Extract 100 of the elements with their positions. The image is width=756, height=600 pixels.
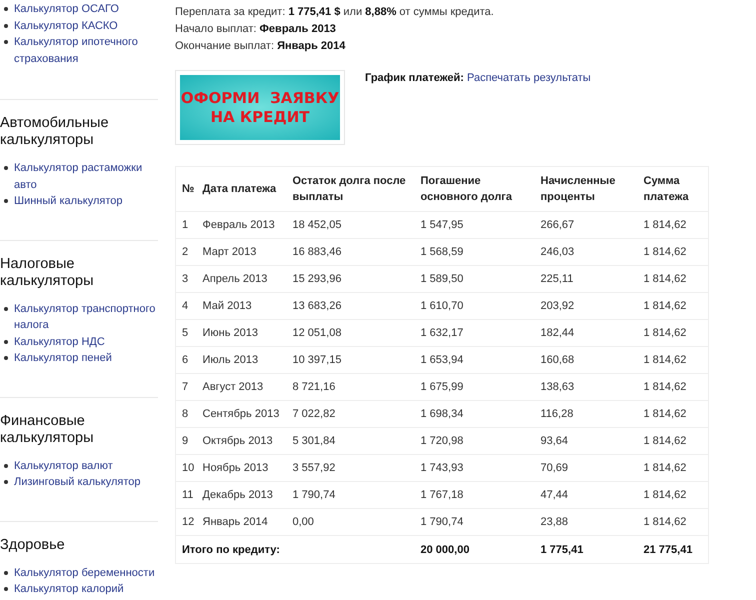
table-cell: 1 720,98: [414, 428, 534, 454]
print-link[interactable]: Распечатать результаты: [466, 72, 591, 84]
table-cell: 1 568,59: [414, 238, 534, 266]
column-header: Сумма платежа: [638, 166, 708, 212]
sidebar-link[interactable]: Калькулятор пеней: [14, 350, 158, 366]
table-cell: 1: [176, 212, 196, 238]
table-cell: 6: [176, 346, 196, 374]
total-cell: 20 000,00: [414, 536, 534, 564]
bullet-icon: [4, 166, 8, 170]
bullet-icon: [4, 306, 8, 310]
summary-line: Окончание выплат: Январь 2014: [175, 39, 346, 54]
table-cell: 1 767,18: [414, 482, 534, 508]
table-cell: Апрель 2013: [196, 266, 286, 292]
table-cell: 9: [176, 428, 196, 454]
summary-line: Переплата за кредит: 1 775,41 $ или 8,88% от суммы кредита.: [175, 5, 495, 20]
table-cell: 4: [176, 292, 196, 320]
bullet-icon: [4, 40, 8, 44]
table-cell: 7 022,82: [286, 400, 414, 428]
sidebar-link[interactable]: Калькулятор валют: [14, 458, 158, 474]
table-cell: 203,92: [534, 292, 638, 320]
table-cell: Февраль 2013: [196, 212, 286, 238]
section-heading: Налоговые калькуляторы: [0, 256, 95, 290]
table-cell: 12 051,08: [286, 320, 414, 346]
bullet-icon: [4, 587, 8, 591]
bullet-icon: [4, 356, 8, 360]
table-cell: 1 743,93: [414, 454, 534, 482]
table-cell: 116,28: [534, 400, 638, 428]
bullet-icon: [4, 7, 8, 11]
table-cell: 1 547,95: [414, 212, 534, 238]
table-cell: 1 814,62: [638, 212, 708, 238]
bullet-icon: [4, 480, 8, 484]
table-cell: 13 683,26: [286, 292, 414, 320]
table-cell: 1 610,70: [414, 292, 534, 320]
table-cell: 1 814,62: [638, 482, 708, 508]
table-cell: Август 2013: [196, 374, 286, 400]
sidebar-link[interactable]: Калькулятор КАСКО: [14, 18, 158, 34]
sidebar-link[interactable]: Калькулятор НДС: [14, 334, 158, 350]
column-header: Начисленные проценты: [534, 166, 638, 212]
bullet-icon: [4, 464, 8, 468]
table-cell: 3 557,92: [286, 454, 414, 482]
schedule-label: График платежей:: [365, 72, 464, 84]
table-cell: 12: [176, 508, 196, 536]
table-cell: 23,88: [534, 508, 638, 536]
table-cell: 246,03: [534, 238, 638, 266]
total-label: Итого по кредиту:: [176, 536, 414, 564]
table-cell: 266,67: [534, 212, 638, 238]
table-cell: 1 698,34: [414, 400, 534, 428]
summary-line: Начало выплат: Февраль 2013: [175, 22, 337, 37]
table-cell: 15 293,96: [286, 266, 414, 292]
table-cell: Июль 2013: [196, 346, 286, 374]
table-cell: Октябрь 2013: [196, 428, 286, 454]
table-cell: 8 721,16: [286, 374, 414, 400]
table-cell: 1 814,62: [638, 346, 708, 374]
column-header: Дата платежа: [196, 166, 286, 212]
total-cell: 21 775,41: [638, 536, 708, 564]
section-heading: Здоровье: [0, 536, 66, 554]
table-cell: 16 883,46: [286, 238, 414, 266]
table-cell: Сентябрь 2013: [196, 400, 286, 428]
section-heading: Автомобильные калькуляторы: [0, 115, 110, 149]
bullet-icon: [4, 199, 8, 203]
sidebar-link[interactable]: Калькулятор ипотечного страхования: [14, 34, 158, 67]
sidebar-link[interactable]: Калькулятор калорий: [14, 581, 158, 598]
table-cell: 1 814,62: [638, 428, 708, 454]
table-cell: 47,44: [534, 482, 638, 508]
table-cell: 1 632,17: [414, 320, 534, 346]
table-cell: 138,63: [534, 374, 638, 400]
sidebar-link[interactable]: Лизинговый калькулятор: [14, 474, 158, 490]
sidebar-link[interactable]: Калькулятор беременности: [14, 564, 158, 581]
table-cell: Декабрь 2013: [196, 482, 286, 508]
column-header: Остаток долга после выплаты: [286, 166, 414, 212]
table-cell: 1 814,62: [638, 238, 708, 266]
section-heading: Финансовые калькуляторы: [0, 412, 95, 446]
sidebar-link[interactable]: Калькулятор ОСАГО: [14, 1, 158, 18]
column-header: Погашение основного долга: [414, 166, 534, 212]
table-cell: 0,00: [286, 508, 414, 536]
table-cell: 1 814,62: [638, 292, 708, 320]
table-cell: 1 814,62: [638, 454, 708, 482]
table-cell: Ноябрь 2013: [196, 454, 286, 482]
table-cell: 5: [176, 320, 196, 346]
table-cell: 1 814,62: [638, 320, 708, 346]
bullet-icon: [4, 340, 8, 344]
table-cell: 93,64: [534, 428, 638, 454]
table-cell: 160,68: [534, 346, 638, 374]
table-cell: Март 2013: [196, 238, 286, 266]
table-cell: Июнь 2013: [196, 320, 286, 346]
table-cell: Январь 2014: [196, 508, 286, 536]
table-cell: 225,11: [534, 266, 638, 292]
table-cell: 182,44: [534, 320, 638, 346]
table-cell: 10 397,15: [286, 346, 414, 374]
table-cell: 1 814,62: [638, 400, 708, 428]
table-cell: 1 814,62: [638, 266, 708, 292]
sidebar-link[interactable]: Калькулятор растаможки авто: [14, 160, 158, 193]
table-cell: 70,69: [534, 454, 638, 482]
sidebar-link[interactable]: Шинный калькулятор: [14, 193, 158, 210]
table-cell: 7: [176, 374, 196, 400]
table-cell: 1 790,74: [286, 482, 414, 508]
table-cell: 1 675,99: [414, 374, 534, 400]
bullet-icon: [4, 570, 8, 574]
table-cell: 8: [176, 400, 196, 428]
sidebar-link[interactable]: Калькулятор транспортного налога: [14, 300, 158, 334]
